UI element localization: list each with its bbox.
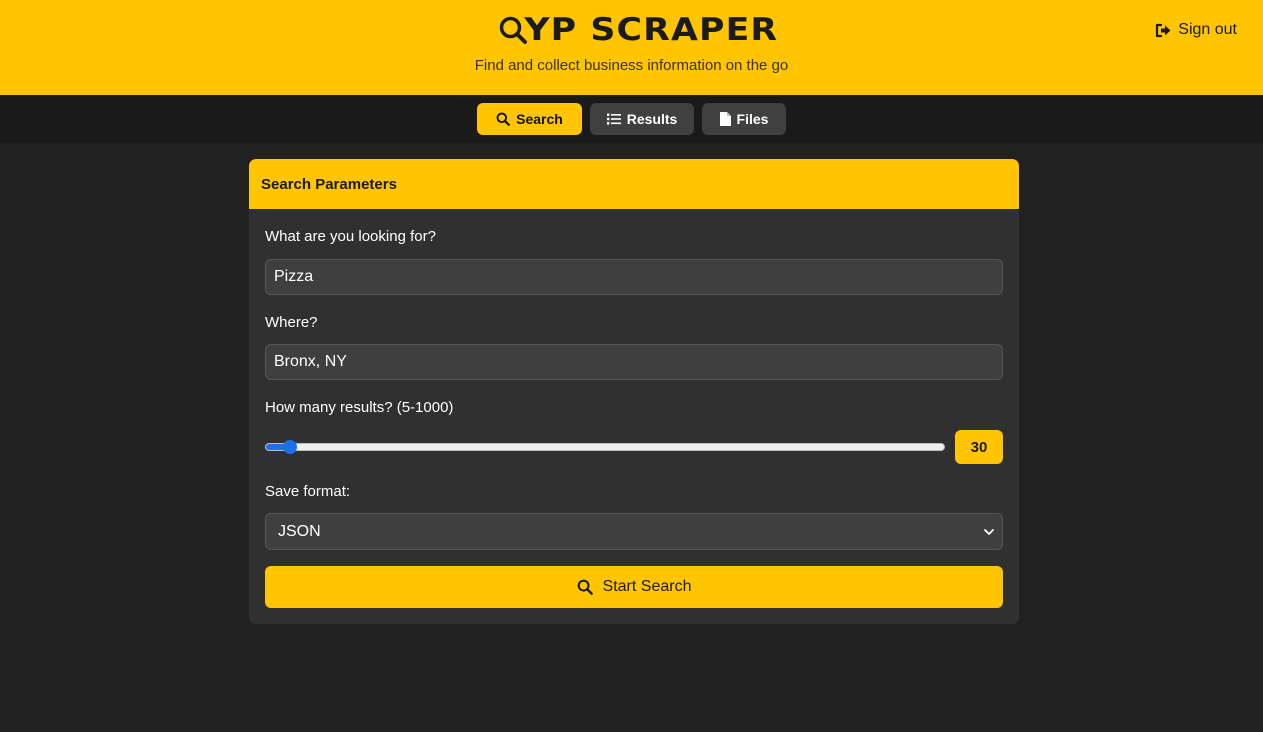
results-count-label: How many results? (5-1000) [265, 399, 454, 416]
app-subtitle: Find and collect business information on… [474, 57, 789, 74]
save-format-select[interactable]: JSON [265, 513, 1003, 550]
query-input[interactable] [265, 259, 1003, 295]
search-parameters-card: Search Parameters What are you looking f… [249, 159, 1019, 624]
main-nav: Search Results Files [0, 95, 1263, 143]
card-title: Search Parameters [249, 159, 1019, 209]
results-slider-thumb[interactable] [282, 440, 297, 454]
chevron-down-icon [984, 528, 994, 535]
list-icon [606, 113, 621, 125]
tab-results[interactable]: Results [590, 103, 694, 135]
location-label: Where? [265, 314, 318, 331]
start-search-label: Start Search [602, 578, 692, 595]
file-icon [719, 112, 731, 126]
tab-search-label: Search [516, 111, 563, 127]
logo: YP SCRAPER [0, 12, 1263, 48]
results-count-badge: 30 [955, 430, 1003, 464]
save-format-value: JSON [278, 522, 321, 540]
app-title: YP SCRAPER [524, 12, 779, 48]
tab-files[interactable]: Files [702, 103, 786, 135]
results-slider[interactable] [265, 440, 945, 454]
tab-results-label: Results [626, 111, 678, 127]
search-icon [496, 112, 511, 126]
sign-out-icon [1156, 23, 1171, 37]
sign-out-label: Sign out [1178, 21, 1237, 38]
app-header: YP SCRAPER Find and collect business inf… [0, 0, 1263, 95]
tab-search[interactable]: Search [477, 103, 582, 135]
start-search-button[interactable]: Start Search [265, 566, 1003, 608]
search-icon [577, 579, 593, 595]
sign-out-button[interactable]: Sign out [1155, 21, 1237, 39]
query-label: What are you looking for? [265, 228, 436, 245]
save-format-label: Save format: [265, 483, 351, 500]
location-input[interactable] [265, 344, 1003, 380]
tab-files-label: Files [736, 111, 769, 127]
